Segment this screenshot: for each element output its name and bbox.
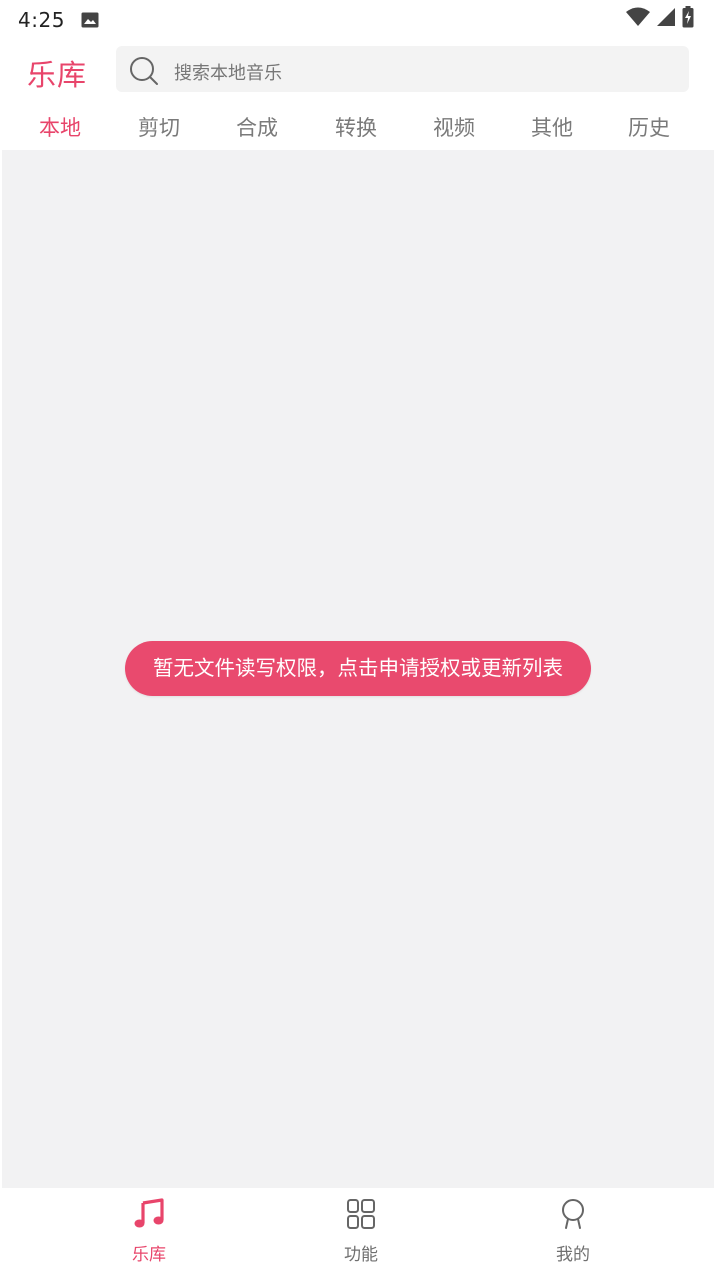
wifi-icon <box>626 7 650 26</box>
signal-icon <box>657 8 675 26</box>
page-title: 乐库 <box>27 58 88 92</box>
status-icons <box>626 6 694 28</box>
permission-notice-button[interactable]: 暂无文件读写权限，点击申请授权或更新列表 <box>125 641 591 696</box>
profile-icon <box>562 1199 584 1229</box>
header: 乐库 搜索本地音乐 <box>0 44 716 96</box>
grid-icon <box>347 1199 375 1229</box>
nav-item-functions[interactable]: 功能 <box>301 1188 421 1272</box>
category-tabs: 本地 剪切 合成 转换 视频 其他 历史 <box>0 108 716 148</box>
app-screen: 4:25 乐库 搜索本地音乐 本地 剪切 合成 转换 视频 其他 历史 暂无文件… <box>0 0 716 1272</box>
search-input[interactable]: 搜索本地音乐 <box>116 46 689 92</box>
bottom-nav: 乐库 功能 我的 <box>0 1188 716 1272</box>
status-time: 4:25 <box>18 8 65 32</box>
search-icon <box>130 57 158 85</box>
nav-label-library: 乐库 <box>132 1245 166 1265</box>
nav-item-library[interactable]: 乐库 <box>89 1188 209 1272</box>
nav-label-profile: 我的 <box>556 1245 590 1265</box>
music-note-icon <box>134 1198 164 1228</box>
tab-history[interactable]: 历史 <box>609 108 689 148</box>
battery-charging-icon <box>682 6 694 28</box>
search-placeholder: 搜索本地音乐 <box>174 63 282 84</box>
tab-convert[interactable]: 转换 <box>316 108 396 148</box>
content-area: 暂无文件读写权限，点击申请授权或更新列表 <box>2 150 714 1188</box>
tab-other[interactable]: 其他 <box>512 108 592 148</box>
tab-merge[interactable]: 合成 <box>217 108 297 148</box>
nav-item-profile[interactable]: 我的 <box>513 1188 633 1272</box>
image-icon <box>81 12 99 28</box>
nav-label-functions: 功能 <box>344 1245 378 1265</box>
status-bar: 4:25 <box>0 0 716 40</box>
tab-cut[interactable]: 剪切 <box>119 108 199 148</box>
tab-local[interactable]: 本地 <box>20 108 100 148</box>
tab-video[interactable]: 视频 <box>414 108 494 148</box>
